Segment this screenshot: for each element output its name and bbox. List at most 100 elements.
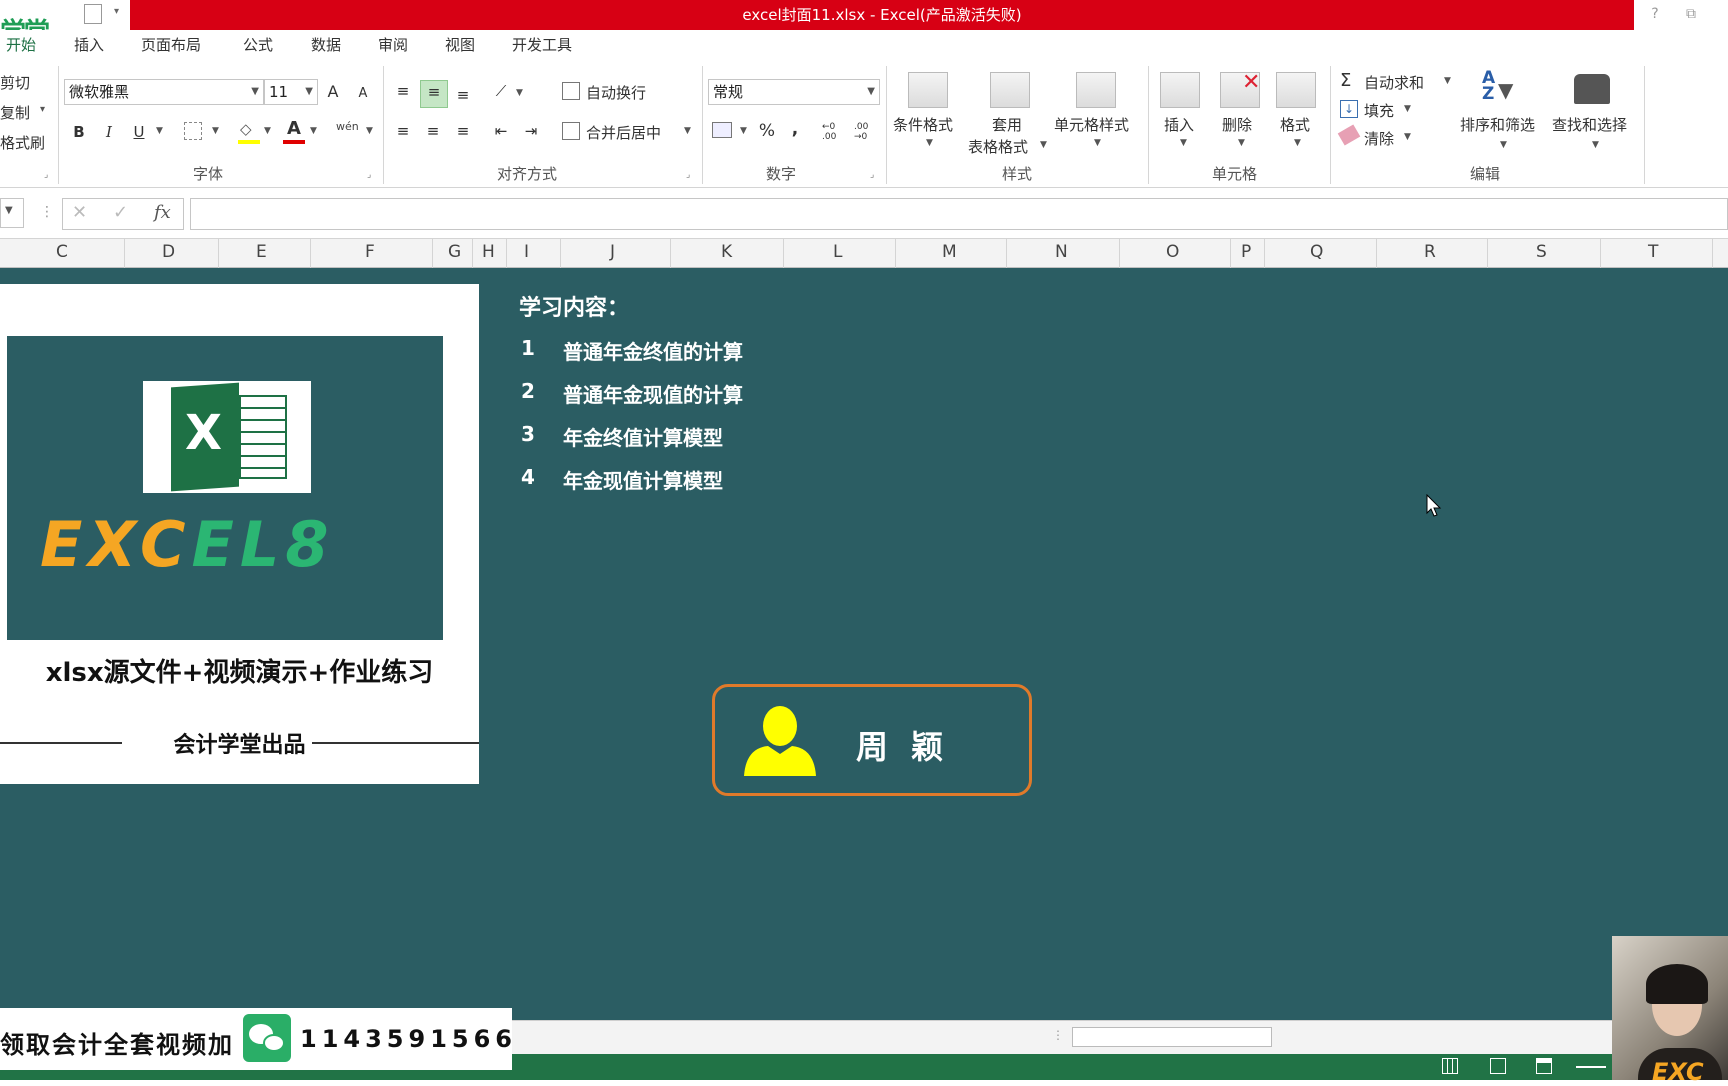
tab-data[interactable]: 数据 <box>311 34 341 56</box>
insert-dropdown-icon[interactable]: ▼ <box>1180 138 1187 148</box>
font-launcher-icon[interactable]: ⌟ <box>367 170 371 180</box>
column-header[interactable]: N <box>1055 242 1068 262</box>
column-header[interactable]: P <box>1241 242 1251 262</box>
phonetic-dropdown-icon[interactable]: ▼ <box>366 126 373 136</box>
wrap-text-button[interactable]: 自动换行 <box>586 82 646 103</box>
number-format-select[interactable]: 常规 ▼ <box>708 79 880 105</box>
column-header[interactable]: E <box>256 242 267 262</box>
copy-button[interactable]: 复制 <box>0 102 30 123</box>
align-bottom-icon[interactable]: ≡ <box>452 84 474 106</box>
align-middle-icon[interactable]: ≡ <box>420 80 448 108</box>
formula-input[interactable] <box>190 198 1728 230</box>
percent-button[interactable]: % <box>756 120 778 142</box>
cut-button[interactable]: 剪切 <box>0 72 30 93</box>
fill-color-icon[interactable]: ◇ <box>240 120 260 140</box>
ribbon-display-icon[interactable]: ⧉ <box>1680 4 1702 24</box>
normal-view-icon[interactable] <box>1442 1058 1458 1074</box>
font-name-select[interactable]: 微软雅黑 ▼ <box>64 79 264 105</box>
name-box[interactable]: ▼ <box>0 198 24 228</box>
merge-dropdown-icon[interactable]: ▼ <box>684 126 691 136</box>
bold-button[interactable]: B <box>68 121 90 143</box>
increase-indent-icon[interactable]: ⇥ <box>520 120 542 142</box>
underline-dropdown-icon[interactable]: ▼ <box>156 126 163 136</box>
autosum-button[interactable]: 自动求和 <box>1364 72 1424 93</box>
align-top-icon[interactable]: ≡ <box>392 80 414 102</box>
increase-decimal-button[interactable]: ←0 .00 <box>822 122 852 142</box>
column-header[interactable]: I <box>524 242 529 262</box>
tab-home[interactable]: 开始 <box>6 34 36 56</box>
tab-insert[interactable]: 插入 <box>74 34 104 56</box>
column-header[interactable]: C <box>56 242 68 262</box>
tab-page-layout[interactable]: 页面布局 <box>141 34 201 56</box>
column-header[interactable]: F <box>365 242 375 262</box>
cancel-icon[interactable]: ✕ <box>72 202 87 223</box>
border-icon[interactable] <box>184 122 202 140</box>
table-format-button[interactable]: 套用 <box>992 114 1022 135</box>
column-header[interactable]: T <box>1648 242 1658 262</box>
delete-dropdown-icon[interactable]: ▼ <box>1238 138 1245 148</box>
insert-function-icon[interactable]: fx <box>154 202 171 223</box>
alignment-launcher-icon[interactable]: ⌟ <box>686 170 690 180</box>
qat-dropdown-icon[interactable]: ▾ <box>114 6 119 17</box>
column-header[interactable]: S <box>1536 242 1547 262</box>
orientation-icon[interactable]: ⟋ <box>490 80 512 102</box>
font-size-select[interactable]: 11 ▼ <box>264 79 318 105</box>
format-dropdown-icon[interactable]: ▼ <box>1294 138 1301 148</box>
find-dropdown-icon[interactable]: ▼ <box>1592 140 1599 150</box>
autosum-dropdown-icon[interactable]: ▼ <box>1444 76 1451 86</box>
merge-center-button[interactable]: 合并后居中 <box>586 122 661 143</box>
enter-icon[interactable]: ✓ <box>113 202 128 223</box>
decrease-decimal-button[interactable]: .00 →0 <box>854 122 884 142</box>
font-color-dropdown-icon[interactable]: ▼ <box>310 126 317 136</box>
help-icon[interactable]: ? <box>1644 4 1666 24</box>
table-format-dropdown-icon[interactable]: ▼ <box>1040 140 1047 150</box>
tab-formulas[interactable]: 公式 <box>243 34 273 56</box>
clear-dropdown-icon[interactable]: ▼ <box>1404 132 1411 142</box>
horizontal-scrollbar[interactable] <box>1072 1027 1272 1047</box>
cell-styles-dropdown-icon[interactable]: ▼ <box>1094 138 1101 148</box>
clear-button[interactable]: 清除 <box>1364 128 1394 149</box>
zoom-slider[interactable] <box>1576 1066 1606 1068</box>
align-center-icon[interactable]: ≡ <box>422 120 444 142</box>
tab-developer[interactable]: 开发工具 <box>512 34 572 56</box>
column-header[interactable]: G <box>448 242 461 262</box>
grow-font-button[interactable]: A <box>322 81 344 103</box>
copy-dropdown-icon[interactable]: ▾ <box>40 104 45 115</box>
currency-dropdown-icon[interactable]: ▼ <box>740 126 747 136</box>
format-painter-button[interactable]: 格式刷 <box>0 132 45 153</box>
shrink-font-button[interactable]: A <box>352 83 374 105</box>
comma-button[interactable]: , <box>784 118 806 140</box>
conditional-format-button[interactable]: 条件格式 <box>893 114 953 135</box>
phonetic-icon[interactable]: wén <box>336 120 359 133</box>
italic-button[interactable]: I <box>98 121 120 143</box>
column-header[interactable]: Q <box>1310 242 1323 262</box>
find-select-button[interactable]: 查找和选择 <box>1552 114 1627 135</box>
fill-dropdown-icon[interactable]: ▼ <box>264 126 271 136</box>
column-header[interactable]: H <box>482 242 495 262</box>
new-file-icon[interactable] <box>84 4 102 24</box>
sort-dropdown-icon[interactable]: ▼ <box>1500 140 1507 150</box>
column-header[interactable]: M <box>942 242 957 262</box>
column-header[interactable]: D <box>162 242 175 262</box>
fill-button[interactable]: 填充 <box>1364 100 1394 121</box>
border-dropdown-icon[interactable]: ▼ <box>212 126 219 136</box>
insert-cells-button[interactable]: 插入 <box>1164 114 1194 135</box>
orientation-dropdown-icon[interactable]: ▼ <box>516 88 523 98</box>
currency-icon[interactable] <box>712 122 732 138</box>
clipboard-launcher-icon[interactable]: ⌟ <box>44 170 48 180</box>
column-header[interactable]: O <box>1166 242 1179 262</box>
align-left-icon[interactable]: ≡ <box>392 120 414 142</box>
font-color-button[interactable]: A <box>283 118 305 140</box>
conditional-dropdown-icon[interactable]: ▼ <box>926 138 933 148</box>
page-layout-view-icon[interactable] <box>1490 1058 1506 1074</box>
column-header[interactable]: J <box>610 242 615 262</box>
underline-button[interactable]: U <box>128 121 150 143</box>
align-right-icon[interactable]: ≡ <box>452 120 474 142</box>
fill-dropdown-icon[interactable]: ▼ <box>1404 104 1411 114</box>
decrease-indent-icon[interactable]: ⇤ <box>490 120 512 142</box>
column-header[interactable]: K <box>721 242 732 262</box>
delete-cells-button[interactable]: 删除 <box>1222 114 1252 135</box>
column-header[interactable]: R <box>1424 242 1436 262</box>
tab-view[interactable]: 视图 <box>445 34 475 56</box>
column-header[interactable]: L <box>833 242 842 262</box>
